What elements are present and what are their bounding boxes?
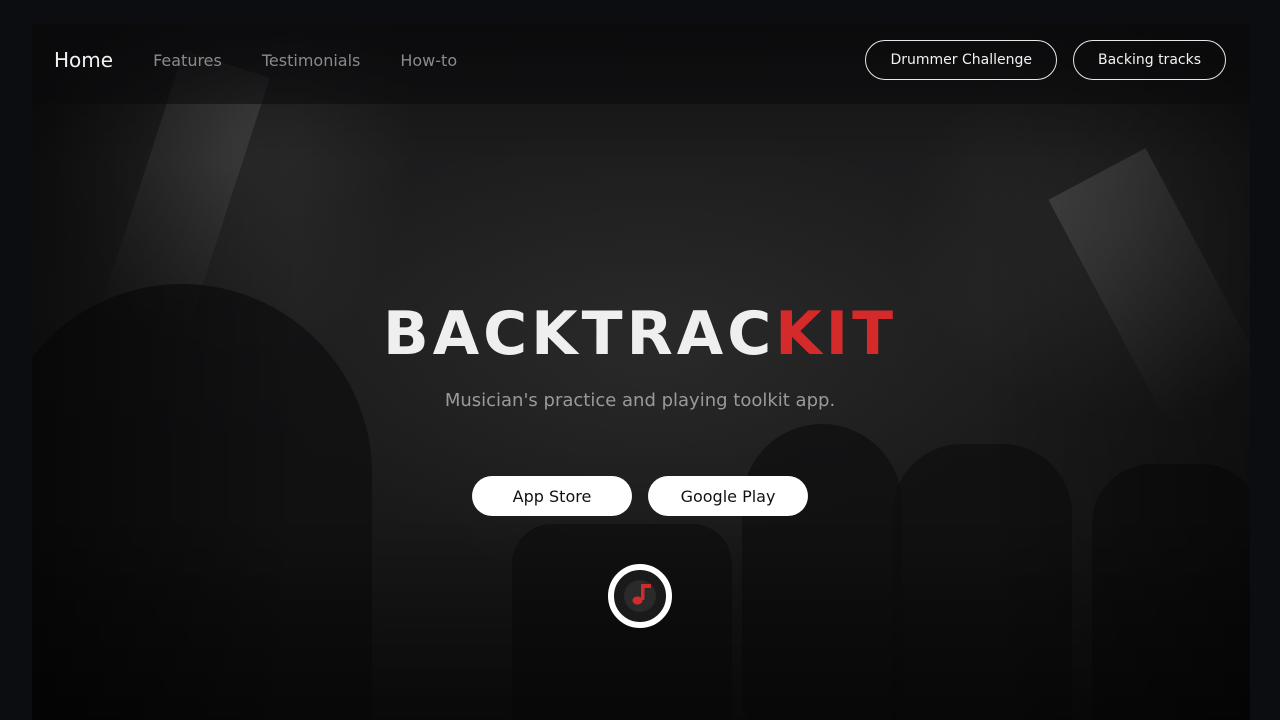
nav-features-link[interactable]: Features (153, 51, 222, 70)
app-logo-badge[interactable] (608, 564, 672, 628)
nav-testimonials-link[interactable]: Testimonials (262, 51, 361, 70)
app-store-button[interactable]: App Store (472, 476, 632, 516)
drummer-challenge-button[interactable]: Drummer Challenge (865, 40, 1057, 80)
hero-tagline: Musician's practice and playing toolkit … (444, 390, 836, 411)
brand-title-part-b: KIT (775, 299, 898, 369)
nav-home-link[interactable]: Home (54, 48, 113, 72)
main-nav: Home Features Testimonials How-to (54, 40, 497, 80)
brand-title-part-a: BACKTRAC (382, 299, 776, 369)
nav-howto-link[interactable]: How-to (400, 51, 457, 70)
store-buttons: App Store Google Play (0, 476, 1280, 516)
brand-title: BACKTRACKIT (0, 298, 1280, 370)
backing-tracks-button[interactable]: Backing tracks (1072, 40, 1226, 80)
music-note-icon (624, 580, 656, 612)
nav-actions: Drummer Challenge Backing tracks (849, 40, 1226, 80)
google-play-button[interactable]: Google Play (648, 476, 808, 516)
page: Home Features Testimonials How-to Drumme… (0, 0, 1280, 720)
